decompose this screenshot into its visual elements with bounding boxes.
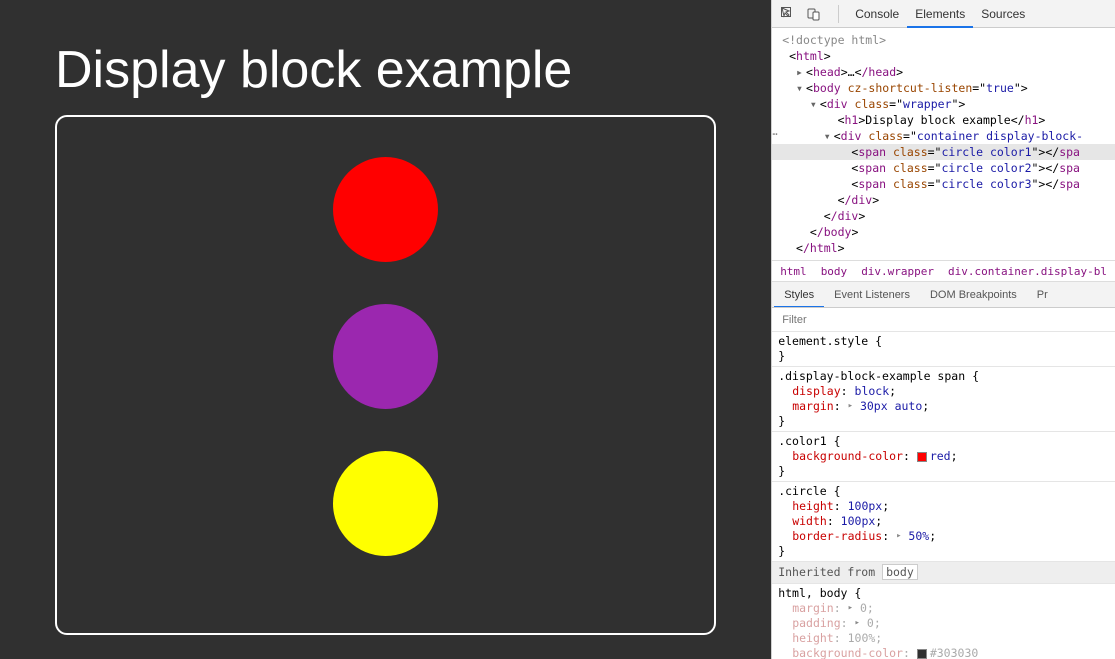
breadcrumb[interactable]: html body div.wrapper div.container.disp… xyxy=(772,260,1115,282)
color-swatch-icon[interactable] xyxy=(917,452,927,462)
toolbar-separator xyxy=(838,5,839,23)
dom-html-open[interactable]: <html> xyxy=(782,48,1115,64)
color-swatch-icon[interactable] xyxy=(917,649,927,659)
tab-sources[interactable]: Sources xyxy=(973,0,1033,28)
circle-purple xyxy=(333,304,438,409)
styles-filter-row xyxy=(772,308,1115,332)
dom-container-open[interactable]: ▾<div class="container display-block- xyxy=(782,128,1115,144)
app-root: Display block example Console Elements S… xyxy=(0,0,1115,659)
dom-wrapper-open[interactable]: ▾<div class="wrapper"> xyxy=(782,96,1115,112)
tab-elements[interactable]: Elements xyxy=(907,0,973,28)
styles-tabs: Styles Event Listeners DOM Breakpoints P… xyxy=(772,282,1115,308)
dom-span3[interactable]: <span class="circle color3"></spa xyxy=(782,176,1115,192)
page-title: Display block example xyxy=(55,40,716,100)
breadcrumb-item[interactable]: html xyxy=(780,265,807,278)
styles-filter-input[interactable] xyxy=(780,313,1107,327)
breadcrumb-item[interactable]: body xyxy=(821,265,848,278)
tab-console[interactable]: Console xyxy=(847,0,907,28)
dom-body-close[interactable]: </body> xyxy=(782,224,1115,240)
tab-styles[interactable]: Styles xyxy=(774,282,824,308)
devtools-panel: Console Elements Sources ⋯ <!doctype htm… xyxy=(771,0,1115,659)
dom-wrapper-close[interactable]: </div> xyxy=(782,208,1115,224)
dom-html-close[interactable]: </html> xyxy=(782,240,1115,256)
inherited-from-bar: Inherited from body xyxy=(772,562,1115,584)
example-container xyxy=(55,115,716,635)
inherited-source[interactable]: body xyxy=(882,564,918,580)
rule-color1[interactable]: .color1 { background-color: red; } xyxy=(772,432,1115,482)
tab-dom-breakpoints[interactable]: DOM Breakpoints xyxy=(920,282,1027,308)
devtools-toolbar: Console Elements Sources xyxy=(772,0,1115,28)
tab-event-listeners[interactable]: Event Listeners xyxy=(824,282,920,308)
dom-span1-selected[interactable]: <span class="circle color1"></spa xyxy=(772,144,1115,160)
dom-head[interactable]: ▸<head>…</head> xyxy=(782,64,1115,80)
breadcrumb-item[interactable]: div.container.display-bl xyxy=(948,265,1107,278)
dom-tree[interactable]: ⋯ <!doctype html> <html> ▸<head>…</head>… xyxy=(772,28,1115,260)
inspect-icon[interactable] xyxy=(778,4,798,24)
tab-properties[interactable]: Pr xyxy=(1027,282,1058,308)
rule-display-block-span[interactable]: .display-block-example span { display: b… xyxy=(772,367,1115,432)
rule-html-body[interactable]: html, body { margin: ▸ 0; padding: ▸ 0; … xyxy=(772,584,1115,659)
circle-red xyxy=(333,157,438,262)
dom-span2[interactable]: <span class="circle color2"></spa xyxy=(782,160,1115,176)
device-icon[interactable] xyxy=(804,4,824,24)
page-viewport: Display block example xyxy=(0,0,771,659)
dom-container-close[interactable]: </div> xyxy=(782,192,1115,208)
circle-yellow xyxy=(333,451,438,556)
breadcrumb-item[interactable]: div.wrapper xyxy=(861,265,934,278)
rule-element-style[interactable]: element.style { } xyxy=(772,332,1115,367)
dom-h1[interactable]: <h1>Display block example</h1> xyxy=(782,112,1115,128)
dom-doctype[interactable]: <!doctype html> xyxy=(782,32,1115,48)
styles-pane: element.style { } .display-block-example… xyxy=(772,332,1115,659)
gutter-ellipsis: ⋯ xyxy=(772,126,777,142)
rule-circle[interactable]: .circle { height: 100px; width: 100px; b… xyxy=(772,482,1115,562)
dom-body-open[interactable]: ▾<body cz-shortcut-listen="true"> xyxy=(782,80,1115,96)
